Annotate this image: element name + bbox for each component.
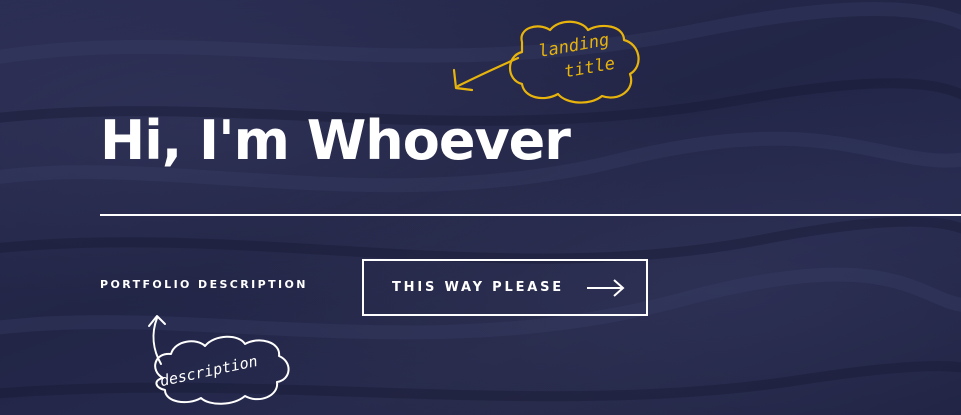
cta-button-label: THIS WAY PLEASE [392, 280, 564, 295]
title-divider [100, 214, 961, 216]
annotation-description: description [135, 308, 305, 415]
portfolio-description: PORTFOLIO DESCRIPTION [100, 278, 308, 291]
this-way-please-button[interactable]: THIS WAY PLEASE [362, 259, 648, 316]
annotation-cloud-title [452, 20, 640, 104]
landing-title: Hi, I'm Whoever [100, 109, 571, 172]
arrow-right-icon [587, 279, 625, 297]
annotation-landing-title: landing title [440, 14, 670, 114]
